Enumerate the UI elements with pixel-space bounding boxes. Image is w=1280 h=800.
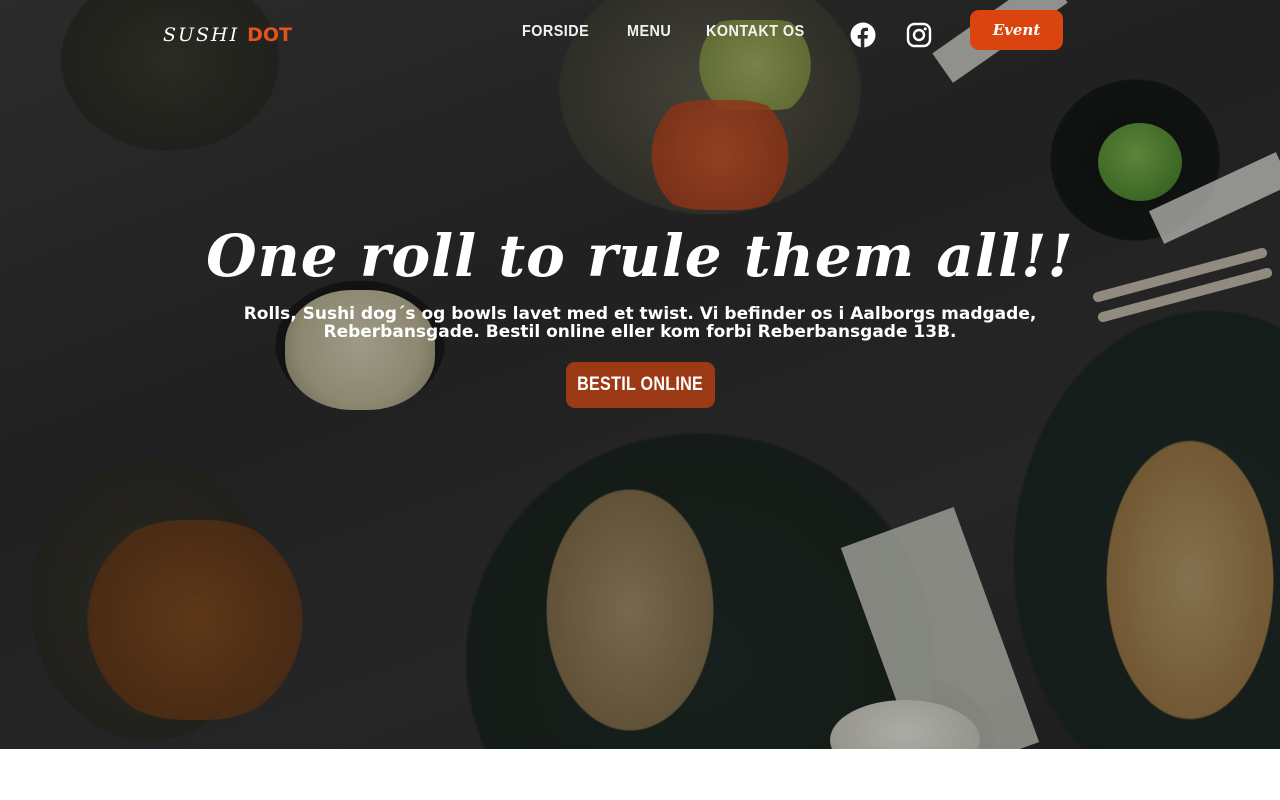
event-button[interactable]: Event — [970, 10, 1063, 50]
main-nav: FORSIDE MENU KONTAKT OS — [522, 23, 815, 41]
logo-accent: DOT — [247, 24, 293, 46]
hero-headline: One roll to rule them all!! — [206, 222, 1074, 290]
order-online-button[interactable]: BESTIL ONLINE — [566, 362, 715, 408]
logo-word: SUSHI — [163, 24, 240, 46]
nav-item-menu[interactable]: MENU — [627, 23, 671, 41]
order-online-label: BESTIL ONLINE — [577, 374, 704, 395]
logo[interactable]: SUSHI DOT — [163, 24, 292, 46]
nav-item-kontakt-os[interactable]: KONTAKT OS — [706, 23, 805, 41]
instagram-icon[interactable] — [906, 22, 932, 48]
hero-subtext: Rolls, Sushi dog´s og bowls lavet med et… — [243, 304, 1037, 342]
nav-item-forside[interactable]: FORSIDE — [522, 23, 589, 41]
facebook-icon[interactable] — [850, 22, 876, 48]
hero-section: SUSHI DOT FORSIDE MENU KONTAKT OS Event … — [0, 0, 1280, 749]
